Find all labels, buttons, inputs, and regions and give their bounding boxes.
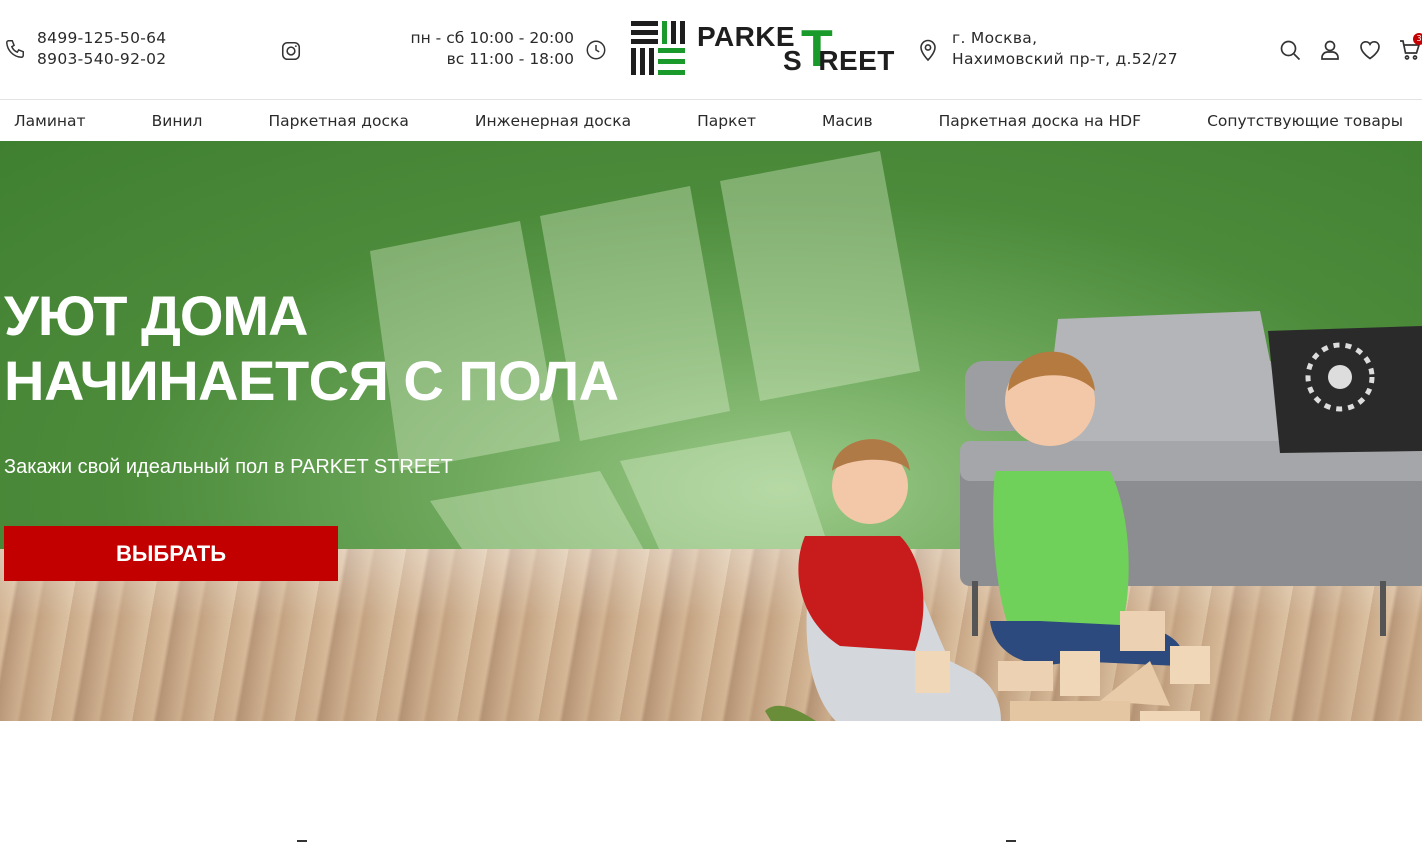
nav-item-parquet[interactable]: Паркет xyxy=(697,112,756,130)
nav-item-vinyl[interactable]: Винил xyxy=(152,112,203,130)
logo-mark-icon xyxy=(631,21,685,75)
site-header: 8499-125-50-64 8903-540-92-02 пн - сб 10… xyxy=(0,0,1422,100)
phone-block: 8499-125-50-64 8903-540-92-02 xyxy=(4,28,166,70)
hero-subtitle: Закажи свой идеальный пол в PARKET STREE… xyxy=(4,456,453,478)
logo-word-street: S REET xyxy=(783,45,895,76)
cart-button[interactable]: 3 xyxy=(1398,33,1422,62)
store-address: г. Москва, Нахимовский пр-т, д.52/27 xyxy=(952,28,1178,70)
user-icon[interactable] xyxy=(1318,38,1342,62)
nav-item-accessories[interactable]: Сопутствующие товары xyxy=(1207,112,1403,130)
choose-button[interactable]: ВЫБРАТЬ xyxy=(4,526,338,581)
hero-title-line-1: УЮТ ДОМА xyxy=(4,284,308,347)
search-icon[interactable] xyxy=(1278,38,1302,62)
hours-weekdays: пн - сб 10:00 - 20:00 xyxy=(410,29,574,47)
phone-number-1[interactable]: 8499-125-50-64 xyxy=(37,28,166,49)
main-navigation: Ламинат Винил Паркетная доска Инженерная… xyxy=(0,100,1422,141)
nav-item-parquet-hdf[interactable]: Паркетная доска на HDF xyxy=(939,112,1141,130)
hero-image-kids-on-floor xyxy=(765,311,1422,721)
instagram-icon[interactable] xyxy=(280,40,302,62)
nav-item-parquet-board[interactable]: Паркетная доска xyxy=(268,112,408,130)
hours-sunday: вс 11:00 - 18:00 xyxy=(446,50,574,68)
hero-banner: УЮТ ДОМА НАЧИНАЕТСЯ С ПОЛА Закажи свой и… xyxy=(0,141,1422,721)
opening-hours: пн - сб 10:00 - 20:00 вс 11:00 - 18:00 xyxy=(380,28,574,70)
nav-item-solid-wood[interactable]: Масив xyxy=(822,112,873,130)
clock-icon xyxy=(586,40,606,60)
nav-item-engineered-board[interactable]: Инженерная доска xyxy=(475,112,631,130)
cart-count-badge: 3 xyxy=(1413,33,1422,45)
hero-title-line-2: НАЧИНАЕТСЯ С ПОЛА xyxy=(4,349,619,412)
location-pin-icon xyxy=(920,39,936,62)
header-actions: 3 xyxy=(1262,33,1422,62)
nav-item-laminate[interactable]: Ламинат xyxy=(14,112,86,130)
phone-number-2[interactable]: 8903-540-92-02 xyxy=(37,49,166,70)
phone-icon xyxy=(6,40,24,58)
logo-word-parket: PARKE xyxy=(697,21,795,52)
site-logo[interactable]: PARKE T S REET xyxy=(631,21,895,77)
address-city: г. Москва, xyxy=(952,29,1038,47)
address-street: Нахимовский пр-т, д.52/27 xyxy=(952,50,1178,68)
heart-icon[interactable] xyxy=(1358,38,1382,62)
